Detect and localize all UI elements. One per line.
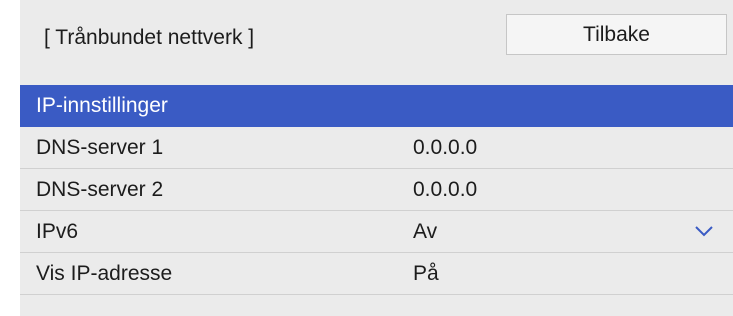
menu-item-dns-server-2[interactable]: DNS-server 2 0.0.0.0 [20,169,733,211]
menu-item-show-ip-address[interactable]: Vis IP-adresse På [20,253,733,295]
chevron-down-icon[interactable] [695,225,713,237]
page-title: [ Trånbundet nettverk ] [44,26,255,49]
settings-menu: IP-innstillinger DNS-server 1 0.0.0.0 DN… [20,85,733,295]
back-button[interactable]: Tilbake [506,14,727,55]
menu-item-label: DNS-server 1 [36,136,164,159]
menu-item-value: På [413,262,439,285]
menu-item-dns-server-1[interactable]: DNS-server 1 0.0.0.0 [20,127,733,169]
menu-item-value: 0.0.0.0 [413,178,478,201]
menu-item-value: 0.0.0.0 [413,136,478,159]
menu-item-ip-settings[interactable]: IP-innstillinger [20,85,733,127]
menu-item-label: Vis IP-adresse [36,262,173,285]
menu-item-label: DNS-server 2 [36,178,164,201]
wired-network-panel: [ Trånbundet nettverk ] Tilbake IP-innst… [20,0,733,316]
menu-item-ipv6[interactable]: IPv6 Av [20,211,733,253]
menu-item-label: IP-innstillinger [36,94,168,117]
menu-item-value: Av [413,220,438,243]
menu-item-label: IPv6 [36,220,79,243]
